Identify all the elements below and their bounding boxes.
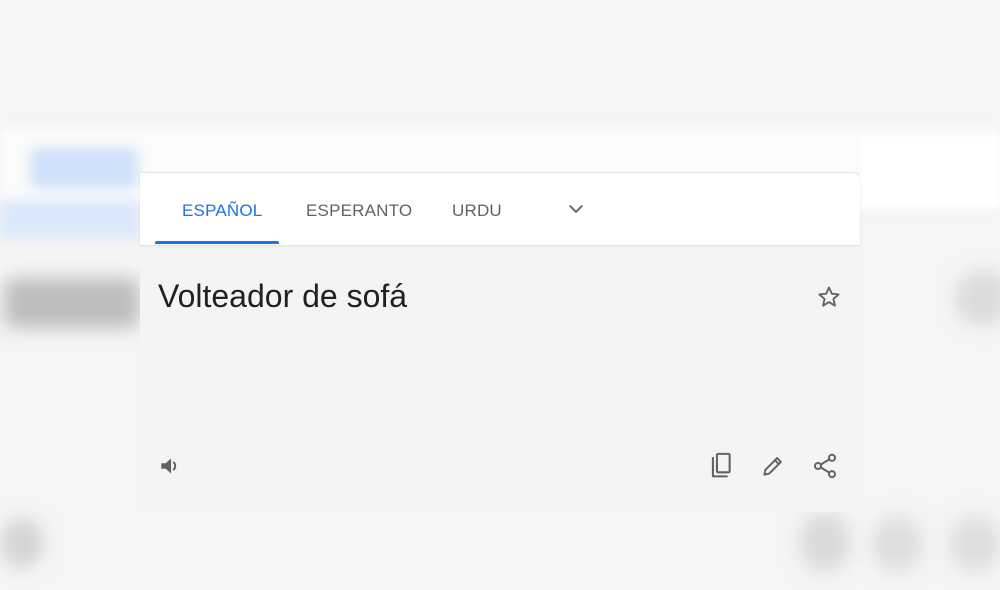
language-tabs: ESPAÑOL ESPERANTO URDU [140, 172, 860, 245]
background-icon-blur [800, 512, 850, 572]
background-button-blur [30, 148, 138, 188]
translation-card: ESPAÑOL ESPERANTO URDU Volteador de sofá [140, 172, 860, 512]
tab-esperanto[interactable]: ESPERANTO [306, 173, 412, 245]
background-selection-blur [0, 200, 140, 238]
screen: ESPAÑOL ESPERANTO URDU Volteador de sofá [0, 0, 1000, 590]
save-translation-button[interactable] [811, 279, 847, 315]
background-text-blur [4, 278, 140, 328]
share-button[interactable] [807, 448, 843, 484]
speaker-icon [161, 458, 177, 474]
background-panel-blur [860, 135, 1000, 207]
active-tab-indicator [155, 241, 279, 244]
background-icon-blur [950, 516, 1000, 572]
more-languages-button[interactable] [560, 193, 592, 225]
star-outline-icon [818, 286, 840, 307]
tab-urdu[interactable]: URDU [452, 173, 502, 245]
background-icon-blur [0, 518, 44, 568]
background-icon-blur [955, 270, 1000, 326]
listen-button[interactable] [152, 448, 188, 484]
copy-icon [711, 452, 731, 478]
pencil-icon [763, 457, 782, 476]
edit-button[interactable] [755, 448, 791, 484]
chevron-down-icon [569, 205, 583, 213]
background-icon-blur [872, 516, 922, 572]
tab-espanol[interactable]: ESPAÑOL [182, 173, 262, 245]
translated-text: Volteador de sofá [158, 278, 408, 314]
share-icon [813, 453, 837, 479]
copy-button[interactable] [703, 448, 739, 484]
